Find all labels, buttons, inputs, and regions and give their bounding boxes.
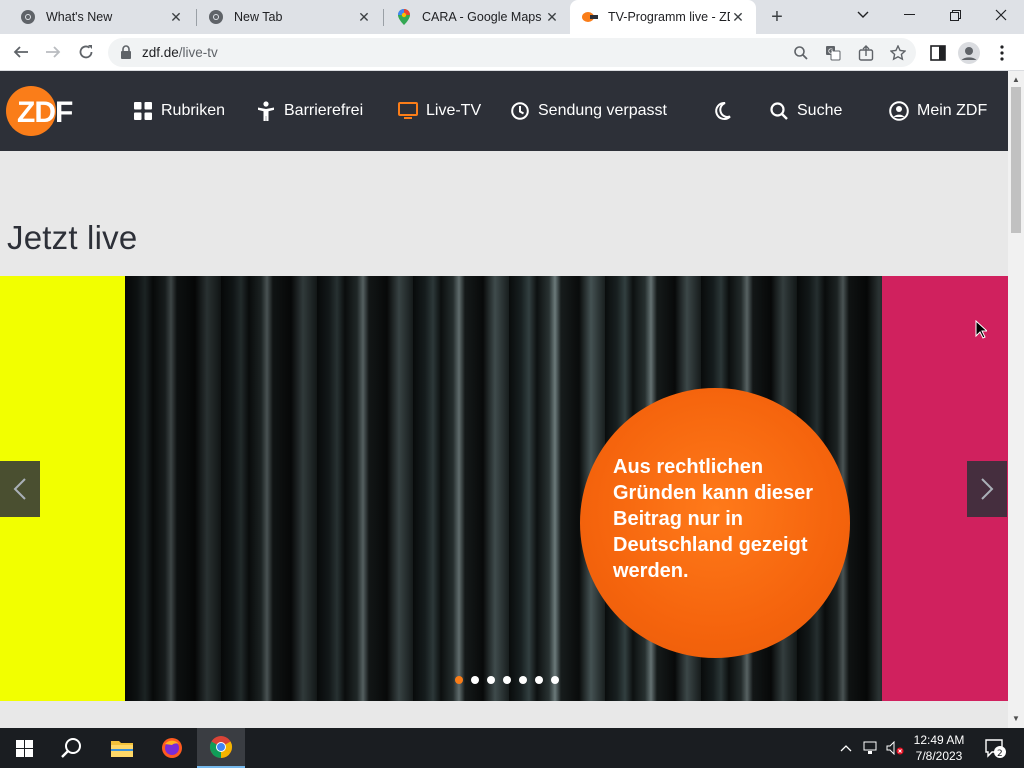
mouse-cursor-icon [975, 320, 987, 339]
nav-label: Live-TV [426, 102, 482, 119]
carousel-dot[interactable] [519, 676, 527, 684]
close-window-icon[interactable] [978, 0, 1024, 30]
carousel-dot[interactable] [471, 676, 479, 684]
tab-title: What's New [46, 10, 113, 24]
moon-icon [712, 101, 732, 121]
clock-icon [510, 101, 530, 121]
page-title: Jetzt live [7, 219, 138, 256]
url-path: /live-tv [178, 45, 218, 60]
firefox-icon[interactable] [148, 728, 196, 768]
volume-muted-icon[interactable] [884, 728, 906, 768]
scrollbar-thumb[interactable] [1011, 87, 1021, 233]
map-pin-icon [396, 9, 412, 25]
close-icon[interactable]: ✕ [168, 9, 184, 25]
zoom-search-icon[interactable] [792, 44, 810, 62]
close-icon[interactable]: ✕ [356, 9, 372, 25]
zdf-logo[interactable]: ZDF [6, 85, 96, 137]
new-tab-button[interactable]: + [764, 5, 790, 29]
profile-avatar-icon[interactable] [958, 42, 980, 64]
svg-text:G: G [828, 48, 833, 56]
carousel-dot[interactable] [455, 676, 463, 684]
zdf-favicon-icon [582, 9, 598, 25]
tab-google-maps[interactable]: CARA - Google Maps ✕ [384, 0, 570, 34]
file-explorer-icon[interactable] [98, 728, 146, 768]
url-text[interactable]: zdf.de/live-tv [142, 45, 218, 60]
chevron-left-icon [13, 478, 26, 500]
tray-overflow-icon[interactable] [836, 728, 856, 768]
chevron-right-icon [981, 478, 994, 500]
minimize-icon[interactable] [886, 0, 932, 30]
lock-icon[interactable] [120, 45, 132, 59]
nav-label: Suche [797, 102, 843, 119]
restore-icon[interactable] [932, 0, 978, 30]
carousel-dot[interactable] [535, 676, 543, 684]
chrome-icon [20, 9, 36, 25]
translate-icon[interactable]: G [824, 44, 842, 62]
tab-title: CARA - Google Maps [422, 10, 542, 24]
tab-new-tab[interactable]: New Tab ✕ [196, 0, 382, 34]
back-button[interactable] [7, 38, 35, 66]
browser-tab-strip: What's New ✕ New Tab ✕ CARA - Google Map… [0, 0, 1024, 34]
side-panel-icon[interactable] [927, 42, 949, 64]
zdf-logo-text: ZDF [17, 96, 73, 129]
page-scrollbar[interactable]: ▲ ▼ [1008, 71, 1024, 728]
nav-label: Mein ZDF [917, 102, 988, 119]
carousel-prev-button[interactable] [0, 461, 40, 517]
dark-mode-toggle[interactable] [712, 99, 740, 123]
windows-taskbar: 12:49 AM 7/8/2023 2 [0, 728, 1024, 768]
taskbar-search-icon[interactable] [48, 728, 96, 768]
close-icon[interactable]: ✕ [544, 9, 560, 25]
tab-title: New Tab [234, 10, 283, 24]
nav-mein-zdf[interactable]: Mein ZDF [889, 99, 987, 123]
carousel-slide-current[interactable]: Aus rechtlichen Gründen kann dieser Beit… [125, 276, 882, 701]
carousel-pagination [455, 676, 567, 686]
tab-title: TV-Programm live - ZDF [608, 10, 730, 24]
nav-label: Barrierefrei [284, 102, 364, 119]
chrome-taskbar-icon[interactable] [197, 728, 245, 768]
carousel-dot[interactable] [551, 676, 559, 684]
reload-button[interactable] [72, 38, 100, 66]
carousel-dot[interactable] [487, 676, 495, 684]
network-icon[interactable] [860, 728, 882, 768]
url-host: zdf.de [142, 45, 179, 60]
carousel-dot[interactable] [503, 676, 511, 684]
nav-suche[interactable]: Suche [769, 99, 842, 123]
search-icon [769, 101, 789, 121]
nav-live-tv[interactable]: Live-TV [398, 99, 481, 123]
geo-block-message: Aus rechtlichen Gründen kann dieser Beit… [613, 456, 814, 582]
zdf-header-nav: ZDF Rubriken Barrierefrei Live-TV Sendun… [0, 71, 1008, 151]
nav-barrierefrei[interactable]: Barrierefrei [256, 99, 363, 123]
share-icon[interactable] [857, 44, 875, 62]
notification-count: 2 [997, 749, 1003, 758]
windows-start-icon[interactable] [0, 728, 48, 768]
scroll-down-icon[interactable]: ▼ [1012, 714, 1020, 723]
tab-whats-new[interactable]: What's New ✕ [8, 0, 194, 34]
nav-label: Sendung verpasst [538, 102, 667, 119]
chrome-icon [208, 9, 224, 25]
nav-sendung-verpasst[interactable]: Sendung verpasst [510, 99, 667, 123]
system-clock[interactable]: 12:49 AM 7/8/2023 [906, 732, 972, 764]
nav-label: Rubriken [161, 102, 226, 119]
live-carousel: Aus rechtlichen Gründen kann dieser Beit… [0, 276, 1008, 701]
grid-icon [133, 101, 153, 121]
address-bar[interactable]: zdf.de/live-tv G [108, 38, 916, 67]
tv-icon [398, 101, 418, 121]
close-icon[interactable]: ✕ [730, 9, 746, 25]
kebab-menu-icon[interactable] [991, 42, 1013, 64]
notification-center-icon[interactable]: 2 [980, 728, 1010, 768]
scroll-up-icon[interactable]: ▲ [1012, 75, 1020, 84]
forward-button[interactable] [39, 38, 67, 66]
zdf-live-page: ZDF Rubriken Barrierefrei Live-TV Sendun… [0, 71, 1008, 728]
nav-rubriken[interactable]: Rubriken [133, 99, 225, 123]
bookmark-star-icon[interactable] [889, 44, 907, 62]
clock-time: 12:49 AM [913, 733, 965, 747]
carousel-next-button[interactable] [967, 461, 1007, 517]
tab-search-icon[interactable] [840, 0, 886, 30]
tab-zdf-live[interactable]: TV-Programm live - ZDF ✕ [570, 0, 756, 34]
clock-date: 7/8/2023 [915, 749, 963, 763]
accessibility-icon [256, 101, 276, 121]
browser-toolbar: zdf.de/live-tv G [0, 34, 1024, 71]
user-icon [889, 101, 909, 121]
